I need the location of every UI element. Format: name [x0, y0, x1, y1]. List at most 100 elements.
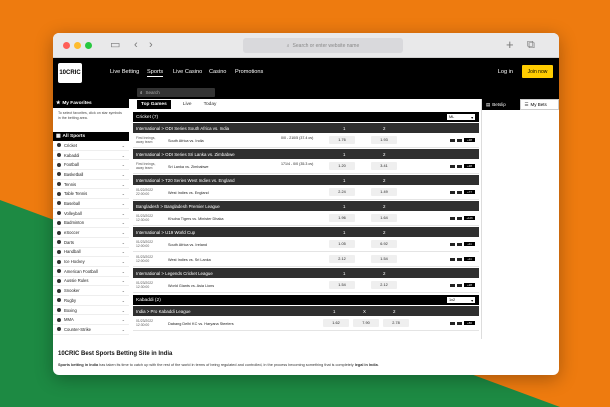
tab-live[interactable]: Live: [183, 102, 192, 107]
tab-betslip[interactable]: ▤ Betslip: [482, 99, 520, 110]
sidebar-item-american-football[interactable]: American Football ⌄: [53, 267, 129, 277]
odds-button[interactable]: 2.78: [383, 319, 409, 327]
sidebar-toggle-icon[interactable]: ▭: [110, 38, 120, 52]
nav-sports[interactable]: Sports: [147, 69, 164, 77]
sidebar-item-snooker[interactable]: Snooker ⌄: [53, 286, 129, 296]
nav-live-betting[interactable]: Live Betting: [110, 69, 139, 75]
cricket-section-header[interactable]: Cricket (7) ML: [133, 112, 479, 122]
close-dot[interactable]: [63, 42, 70, 49]
league-header[interactable]: International > U19 World Cup 1 2: [133, 227, 479, 237]
odds-button[interactable]: 1.54: [329, 281, 355, 289]
tabs-overview-icon[interactable]: ⧉: [527, 38, 535, 52]
tab-top-games[interactable]: Top Games: [137, 100, 171, 109]
nav-live-casino[interactable]: Live Casino: [173, 69, 202, 75]
join-button[interactable]: Join now: [522, 65, 553, 78]
odds-button[interactable]: 6.92: [371, 240, 397, 248]
sidebar-item-esoccer[interactable]: eSoccer ⌄: [53, 228, 129, 238]
sidebar-item-volleyball[interactable]: Volleyball ⌄: [53, 209, 129, 219]
more-markets-badge[interactable]: +11: [464, 242, 475, 246]
sidebar-item-football[interactable]: Football ⌄: [53, 160, 129, 171]
more-markets-badge[interactable]: +56: [464, 321, 475, 325]
odds-button[interactable]: 1.54: [371, 255, 397, 263]
odds-button[interactable]: 1.93: [371, 136, 397, 144]
sidebar-item-handball[interactable]: Handball ⌄: [53, 248, 129, 258]
stats-icon[interactable]: [450, 190, 455, 194]
sidebar-item-mma[interactable]: MMA ⌄: [53, 315, 129, 326]
sidebar-item-basketball[interactable]: Basketball ⌄: [53, 170, 129, 180]
sidebar-item-baseball[interactable]: Baseball ⌄: [53, 199, 129, 209]
more-markets-badge[interactable]: +77: [464, 190, 475, 194]
league-header[interactable]: Bangladesh > Bangladesh Premier League 1 2: [133, 201, 479, 211]
nav-promotions[interactable]: Promotions: [235, 69, 263, 75]
odds-button[interactable]: 2.12: [371, 281, 397, 289]
more-markets-badge[interactable]: +28: [464, 283, 475, 287]
market-select[interactable]: ML: [447, 114, 475, 120]
tv-icon[interactable]: [457, 283, 462, 287]
minimize-dot[interactable]: [74, 42, 81, 49]
tv-icon[interactable]: [457, 242, 462, 246]
sidebar-item-badminton[interactable]: Badminton ⌄: [53, 219, 129, 229]
sidebar-item-cricket[interactable]: Cricket ⌄: [53, 141, 129, 151]
sidebar-item-aussie-rules[interactable]: Aussie Rules ⌄: [53, 277, 129, 287]
more-markets-badge[interactable]: +38: [464, 164, 475, 168]
more-markets-badge[interactable]: +38: [464, 138, 475, 142]
more-markets-badge[interactable]: +11: [464, 257, 475, 261]
more-markets-badge[interactable]: +126: [464, 216, 475, 220]
sidebar-item-darts[interactable]: Darts ⌄: [53, 238, 129, 248]
sidebar-item-boxing[interactable]: Boxing ⌄: [53, 306, 129, 316]
sidebar-item-table-tennis[interactable]: Table Tennis ⌄: [53, 189, 129, 200]
site-search-input[interactable]: ⌕ Search: [137, 88, 215, 97]
odds-button[interactable]: 1.96: [329, 214, 355, 222]
stats-icon[interactable]: [450, 283, 455, 287]
odds-button[interactable]: 7.90: [353, 319, 379, 327]
tv-icon[interactable]: [457, 216, 462, 220]
sidebar-item-tennis[interactable]: Tennis ⌄: [53, 180, 129, 190]
tv-icon[interactable]: [457, 321, 462, 325]
sidebar-item-kabaddi[interactable]: Kabaddi ⌄: [53, 151, 129, 161]
match-row[interactable]: 01/23/2022 12:00:00 West Indies vs. Sri L…: [133, 252, 479, 267]
odds-button[interactable]: 1.64: [371, 214, 397, 222]
new-tab-icon[interactable]: +: [506, 38, 514, 52]
maximize-dot[interactable]: [85, 42, 92, 49]
league-header[interactable]: International > T20 Series West Indies v…: [133, 175, 479, 185]
stats-icon[interactable]: [450, 164, 455, 168]
tv-icon[interactable]: [457, 190, 462, 194]
nav-casino[interactable]: Casino: [209, 69, 226, 75]
odds-button[interactable]: 1.05: [329, 240, 355, 248]
odds-button[interactable]: 1.20: [329, 162, 355, 170]
stats-icon[interactable]: [450, 138, 455, 142]
tv-icon[interactable]: [457, 164, 462, 168]
stats-icon[interactable]: [450, 216, 455, 220]
tv-icon[interactable]: [457, 138, 462, 142]
odds-button[interactable]: 2.12: [329, 255, 355, 263]
forward-icon[interactable]: ›: [149, 38, 153, 52]
stats-icon[interactable]: [450, 257, 455, 261]
login-link[interactable]: Log in: [498, 69, 513, 75]
sidebar-item-counter-strike[interactable]: Counter-Strike ⌄: [53, 325, 129, 335]
back-icon[interactable]: ‹: [134, 38, 138, 52]
sidebar-item-rugby[interactable]: Rugby ⌄: [53, 296, 129, 306]
stats-icon[interactable]: [450, 242, 455, 246]
match-row[interactable]: First Innings, away team South Africa vs.…: [133, 133, 479, 148]
league-header[interactable]: International > Legends Cricket League 1 2: [133, 268, 479, 278]
match-row[interactable]: 01/23/2022 12:30:00 Khulna Tigers vs. Min…: [133, 211, 479, 226]
tab-today[interactable]: Today: [204, 102, 217, 107]
odds-button[interactable]: 1.62: [323, 319, 349, 327]
tv-icon[interactable]: [457, 257, 462, 261]
match-row[interactable]: 01/23/2022 12:30:00 Dabang Delhi KC vs. H…: [133, 316, 479, 331]
league-header[interactable]: India > Pro Kabaddi League 1 X 2: [133, 306, 479, 316]
league-header[interactable]: International > ODI Series South Africa …: [133, 123, 479, 133]
stats-icon[interactable]: [450, 321, 455, 325]
odds-button[interactable]: 1.49: [371, 188, 397, 196]
site-logo[interactable]: 10CRIC: [58, 63, 82, 83]
odds-button[interactable]: 1.76: [329, 136, 355, 144]
match-row[interactable]: First Innings, away team Sri Lanka vs. Zi…: [133, 159, 479, 174]
odds-button[interactable]: 2.24: [329, 188, 355, 196]
league-header[interactable]: International > ODI Series Sri Lanka vs.…: [133, 149, 479, 159]
odds-button[interactable]: 3.41: [371, 162, 397, 170]
match-row[interactable]: 01/23/2022 12:30:00 World Giants vs. Asia…: [133, 278, 479, 293]
match-row[interactable]: 01/22/2022 22:00:00 West Indies vs. Engla…: [133, 185, 479, 200]
sidebar-item-ice-hockey[interactable]: Ice Hockey ⌄: [53, 257, 129, 267]
match-row[interactable]: 01/23/2022 12:00:00 South Africa vs. Irel…: [133, 237, 479, 252]
url-bar[interactable]: ⌕ Search or enter website name: [243, 38, 403, 53]
